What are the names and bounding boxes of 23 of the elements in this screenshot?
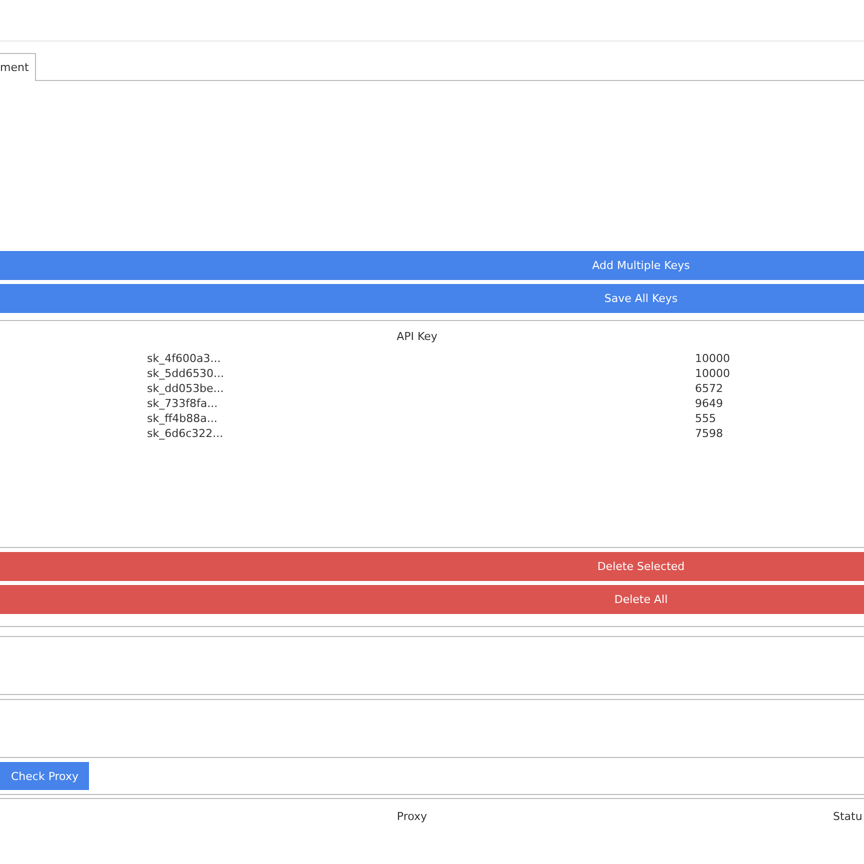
usage-cell-text: 6572 (695, 381, 724, 396)
column-header[interactable]: Statu (824, 810, 864, 822)
tab[interactable]: ment (0, 53, 36, 81)
key-cell-text: sk_4f600a3... (147, 351, 222, 366)
delete-all-button[interactable]: Delete All (0, 585, 864, 614)
key-cell-text: sk_dd053be... (147, 381, 225, 396)
usage-cell-text: 10000 (695, 351, 731, 366)
check-proxy-button[interactable]: Check Proxy (0, 762, 90, 790)
key-cell-text: sk_ff4b88a... (147, 411, 218, 426)
text-area[interactable] (0, 699, 864, 758)
key-cell-text: sk_6d6c322... (147, 426, 224, 441)
delete-selected-button[interactable]: Delete Selected (0, 552, 864, 581)
text-area[interactable] (0, 636, 864, 695)
column-header[interactable]: Proxy (0, 810, 824, 822)
usage-cell-text: 555 (695, 411, 717, 426)
usage-cell-text: 7598 (695, 426, 724, 441)
add-keys-button[interactable]: Add Multiple Keys (0, 251, 864, 280)
usage-cell-text: 10000 (695, 366, 731, 381)
usage-cell-text: 9649 (695, 396, 724, 411)
save-keys-button[interactable]: Save All Keys (0, 284, 864, 313)
key-cell-text: sk_5dd6530... (147, 366, 226, 381)
key-cell-text: sk_733f8fa... (147, 396, 219, 411)
column-header[interactable]: API Key (0, 330, 834, 342)
